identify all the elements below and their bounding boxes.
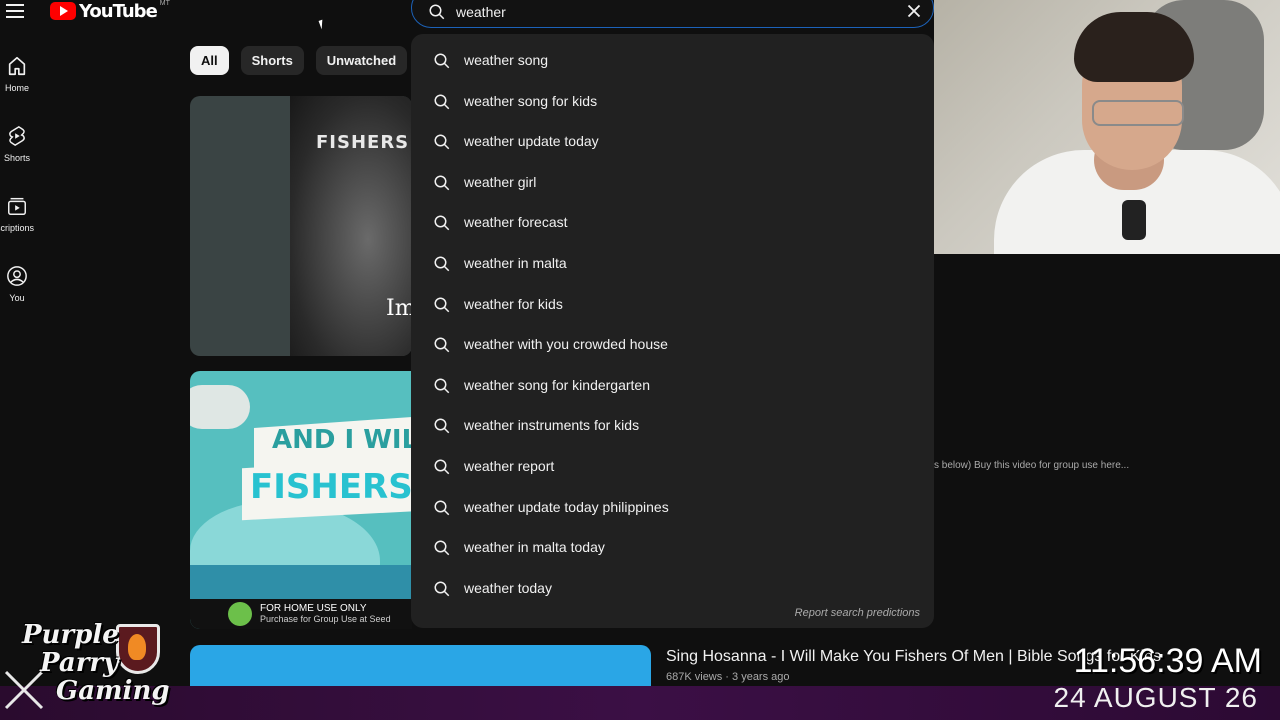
youtube-logo[interactable]: YouTube MT bbox=[50, 0, 170, 22]
search-icon bbox=[434, 134, 450, 150]
search-input[interactable]: weather bbox=[456, 4, 506, 20]
search-icon bbox=[434, 94, 450, 109]
search-suggestion-text: weather for kids bbox=[464, 295, 563, 312]
you-icon bbox=[7, 266, 27, 286]
stream-date: 24 AUGUST 26 bbox=[1053, 682, 1258, 713]
search-icon bbox=[434, 581, 450, 597]
search-suggestion-text: weather in malta today bbox=[464, 539, 605, 556]
search-suggestion-item[interactable]: weather forecast bbox=[411, 202, 934, 242]
search-icon bbox=[429, 4, 445, 20]
search-suggestion-text: weather forecast bbox=[464, 214, 568, 231]
brand-line: Gaming bbox=[56, 676, 170, 706]
sidebar-item-you[interactable]: You bbox=[0, 265, 34, 303]
waves-shape bbox=[190, 565, 412, 599]
brand-line: Purple bbox=[22, 620, 119, 650]
sidebar-item-label: Home bbox=[4, 83, 29, 93]
sidebar-item-label: Subscriptions bbox=[0, 223, 34, 233]
video-thumbnail[interactable]: FISHERS O Im bbox=[190, 96, 412, 356]
thumbnail-title-line: FISHERS bbox=[250, 467, 412, 507]
youtube-play-icon bbox=[50, 2, 76, 20]
search-suggestion-text: weather instruments for kids bbox=[464, 417, 640, 434]
search-icon bbox=[434, 256, 450, 272]
search-suggestion-text: weather song bbox=[464, 52, 549, 68]
search-suggestions-dropdown: weather song weather song for kids weather… bbox=[411, 34, 934, 628]
search-suggestion-item[interactable]: weather today bbox=[411, 568, 934, 608]
search-icon bbox=[434, 459, 450, 475]
chip-unwatched[interactable]: Unwatched bbox=[315, 46, 408, 75]
search-suggestion-item[interactable]: weather report bbox=[411, 446, 934, 486]
logo-text: YouTube bbox=[79, 0, 158, 22]
video-description-snippet: s below) Buy this video for group use he… bbox=[934, 460, 1130, 471]
search-suggestion-text: weather girl bbox=[464, 173, 537, 190]
subscriptions-icon bbox=[8, 197, 26, 215]
search-suggestion-text: weather song for kids bbox=[464, 92, 598, 109]
shorts-icon bbox=[9, 125, 25, 147]
brand-line: Parry bbox=[40, 648, 119, 678]
search-icon bbox=[434, 378, 450, 394]
search-icon bbox=[434, 500, 450, 515]
search-suggestion-item[interactable]: weather in malta bbox=[411, 243, 934, 283]
chip-all[interactable]: All bbox=[190, 46, 229, 75]
search-suggestion-item[interactable]: weather with you crowded house bbox=[411, 324, 934, 364]
thumbnail-footer-line: Purchase for Group Use at Seed bbox=[260, 614, 391, 624]
sidebar-item-home[interactable]: Home bbox=[0, 55, 34, 93]
flame-icon bbox=[128, 634, 146, 660]
sidebar-item-label: You bbox=[9, 293, 25, 303]
crossed-swords-icon bbox=[4, 670, 44, 710]
close-icon[interactable] bbox=[903, 0, 925, 22]
search-suggestion-text: weather update today philippines bbox=[464, 498, 669, 515]
search-suggestion-item[interactable]: weather instruments for kids bbox=[411, 405, 934, 445]
microphone-shape bbox=[1122, 200, 1146, 240]
search-icon bbox=[434, 297, 450, 312]
sidebar-item-shorts[interactable]: Shorts bbox=[0, 125, 34, 163]
search-suggestion-text: weather in malta bbox=[464, 255, 567, 271]
search-icon bbox=[434, 540, 450, 556]
search-suggestion-text: weather report bbox=[464, 458, 555, 474]
sidebar-item-subscriptions[interactable]: Subscriptions bbox=[0, 195, 34, 233]
search-box[interactable]: weather bbox=[411, 0, 934, 28]
search-suggestion-text: weather with you crowded house bbox=[464, 336, 668, 353]
search-suggestion-item[interactable]: weather song for kids bbox=[411, 81, 934, 121]
search-suggestion-item[interactable]: weather song bbox=[411, 40, 934, 80]
report-search-predictions-link[interactable]: Report search predictions bbox=[795, 607, 920, 619]
search-icon bbox=[434, 418, 450, 434]
filter-chips: All Shorts Unwatched W bbox=[190, 46, 412, 75]
mouse-cursor-icon bbox=[318, 19, 326, 30]
search-suggestion-item[interactable]: weather update today philippines bbox=[411, 487, 934, 527]
video-meta: 687K views · 3 years ago bbox=[666, 671, 790, 683]
search-icon bbox=[434, 53, 450, 69]
thumbnail-footer: FOR HOME USE ONLY Purchase for Group Use… bbox=[190, 599, 412, 629]
search-suggestion-item[interactable]: weather update today bbox=[411, 121, 934, 161]
search-suggestion-item[interactable]: weather in malta today bbox=[411, 527, 934, 567]
search-icon bbox=[434, 175, 450, 191]
thumbnail-title-line: AND I WIL bbox=[272, 425, 412, 455]
thumbnail-footer-line: FOR HOME USE ONLY bbox=[260, 603, 367, 614]
search-suggestion-text: weather update today bbox=[464, 133, 599, 150]
sidebar-item-label: Shorts bbox=[3, 153, 30, 163]
search-suggestion-text: weather today bbox=[464, 579, 552, 596]
search-icon bbox=[434, 215, 450, 231]
thumbnail-caption-text: Im bbox=[386, 296, 412, 321]
glasses-shape bbox=[1092, 100, 1184, 126]
thumbnail-title-text: FISHERS O bbox=[316, 132, 412, 153]
search-suggestion-item[interactable]: weather song for kindergarten bbox=[411, 365, 934, 405]
menu-icon[interactable] bbox=[6, 0, 28, 22]
webcam-overlay bbox=[934, 0, 1280, 254]
search-suggestion-text: weather song for kindergarten bbox=[464, 376, 650, 393]
home-icon bbox=[8, 56, 26, 76]
chip-shorts[interactable]: Shorts bbox=[240, 46, 304, 75]
logo-country-code: MT bbox=[159, 0, 170, 7]
search-suggestion-item[interactable]: weather girl bbox=[411, 162, 934, 202]
cloud-shape bbox=[190, 385, 250, 429]
stream-clock: 11:56:39 AM bbox=[1073, 642, 1262, 680]
video-thumbnail[interactable] bbox=[190, 645, 651, 689]
search-icon bbox=[434, 337, 450, 353]
video-thumbnail[interactable]: AND I WIL FISHERS FOR HOME USE ONLY Purc… bbox=[190, 371, 412, 629]
search-suggestion-item[interactable]: weather for kids bbox=[411, 284, 934, 324]
channel-brand-logo: Purple Parry Gaming bbox=[2, 620, 170, 716]
lightbulb-icon bbox=[228, 602, 252, 626]
hair-shape bbox=[1074, 12, 1194, 82]
